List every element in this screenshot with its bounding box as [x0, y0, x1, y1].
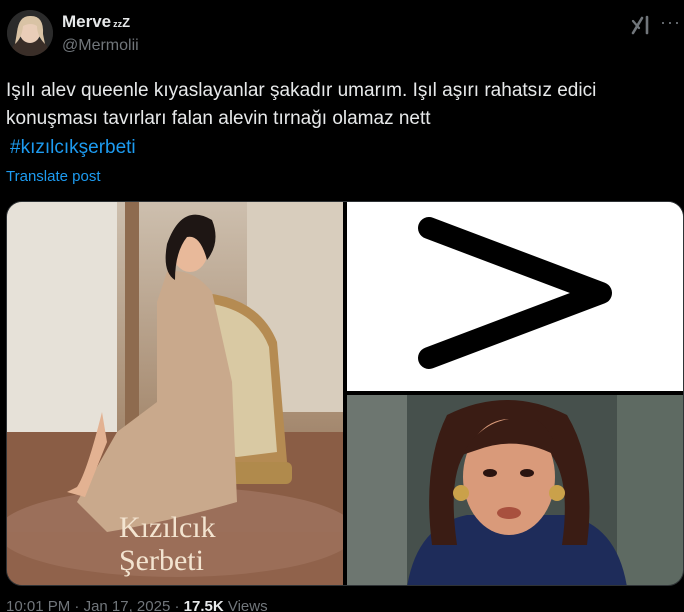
- media-grid: Kızılcık Şerbeti: [6, 201, 684, 586]
- media-image-bottom-right[interactable]: [347, 395, 683, 585]
- meta-separator: ·: [74, 598, 84, 612]
- tweet-text: Işılı alev queenle kıyaslayanlar şakadır…: [6, 80, 597, 129]
- views-label: Views: [227, 598, 268, 612]
- tweet-date[interactable]: Jan 17, 2025: [84, 598, 171, 612]
- left-image-title-line1: Kızılcık: [119, 511, 216, 544]
- more-icon[interactable]: ···: [660, 12, 681, 33]
- views-count: 17.5K: [183, 598, 224, 612]
- translate-post-link[interactable]: Translate post: [6, 168, 101, 185]
- user-handle[interactable]: @Mermolii: [62, 37, 139, 55]
- display-name-suffix: zzZ: [113, 15, 131, 30]
- tweet-meta: 10:01 PM · Jan 17, 2025 · 17.5K Views: [6, 598, 268, 612]
- left-image-title-line2: Şerbeti: [119, 544, 204, 577]
- media-image-top-right[interactable]: [347, 202, 683, 391]
- avatar[interactable]: [7, 10, 53, 56]
- display-name[interactable]: Merve: [62, 12, 111, 32]
- display-name-row[interactable]: Merve zzZ: [62, 12, 130, 32]
- grok-icon[interactable]: [630, 14, 652, 36]
- tweet-header: Merve zzZ @Mermolii ···: [0, 0, 684, 68]
- hashtag-link[interactable]: #kızılcıkşerbeti: [10, 134, 136, 162]
- tweet-time[interactable]: 10:01 PM: [6, 598, 70, 612]
- media-image-left[interactable]: Kızılcık Şerbeti: [7, 202, 343, 585]
- meta-separator: ·: [174, 598, 184, 612]
